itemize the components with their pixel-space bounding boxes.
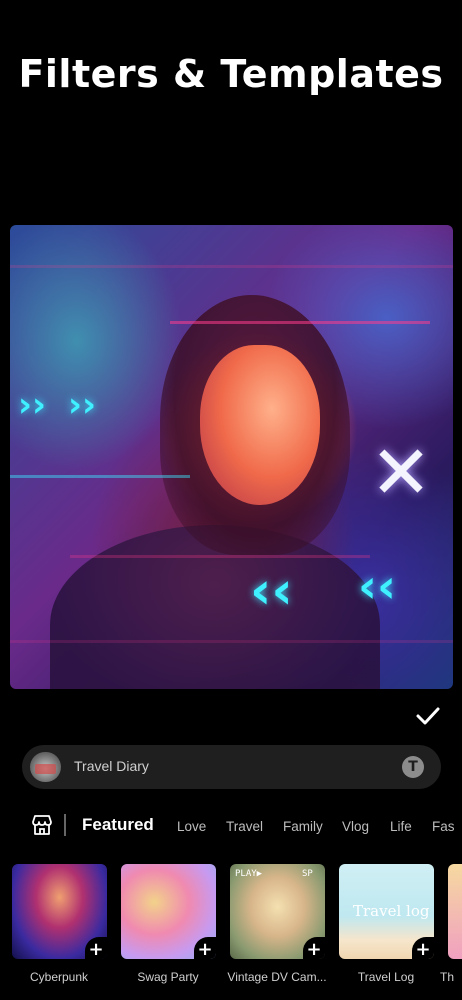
template-card-vintage-dv[interactable]: PLAY▶ SP + bbox=[230, 864, 325, 959]
add-icon[interactable]: + bbox=[414, 941, 432, 959]
chevron-left-icon: ‹‹ bbox=[358, 559, 396, 613]
tab-travel[interactable]: Travel bbox=[226, 819, 263, 834]
travel-log-overlay-text: Travel log bbox=[353, 902, 430, 920]
template-thumbnail bbox=[30, 752, 61, 782]
tab-family[interactable]: Family bbox=[283, 819, 323, 834]
glitch-line bbox=[170, 321, 430, 324]
glitch-line bbox=[10, 475, 190, 478]
template-card-partial[interactable] bbox=[448, 864, 462, 959]
template-carousel: + Cyberpunk + Swag Party PLAY▶ SP + Vint… bbox=[0, 864, 462, 1000]
tab-vlog[interactable]: Vlog bbox=[342, 819, 369, 834]
template-card-travel-log[interactable]: Travel log + bbox=[339, 864, 434, 959]
template-label: Th bbox=[440, 970, 455, 984]
tab-love[interactable]: Love bbox=[177, 819, 206, 834]
store-icon[interactable] bbox=[30, 813, 54, 837]
chevron-right-icon: ›› bbox=[68, 385, 97, 425]
template-selector-bar[interactable]: Travel Diary T bbox=[22, 745, 441, 789]
vintage-play-text: PLAY▶ bbox=[235, 869, 263, 879]
glitch-line bbox=[70, 555, 370, 558]
chevron-left-icon: ‹‹ bbox=[250, 561, 293, 621]
template-name: Travel Diary bbox=[74, 758, 149, 774]
template-card-swag-party[interactable]: + bbox=[121, 864, 216, 959]
tab-fashion[interactable]: Fas bbox=[432, 819, 455, 834]
template-card-cyberpunk[interactable]: + bbox=[12, 864, 107, 959]
add-icon[interactable]: + bbox=[196, 941, 214, 959]
template-label: Swag Party bbox=[137, 970, 199, 984]
close-x-graphic-icon: ✕ bbox=[370, 430, 433, 516]
filter-preview-image[interactable]: ›› ›› ‹‹ ‹‹ ✕ bbox=[10, 225, 453, 689]
template-label: Cyberpunk bbox=[29, 970, 89, 984]
tab-featured[interactable]: Featured bbox=[82, 815, 154, 835]
glitch-line bbox=[10, 265, 453, 268]
add-icon[interactable]: + bbox=[87, 941, 105, 959]
glitch-line bbox=[10, 640, 453, 643]
text-icon[interactable]: T bbox=[402, 756, 424, 778]
checkmark-icon[interactable] bbox=[414, 702, 442, 730]
tab-divider bbox=[64, 814, 66, 836]
category-tabs: Featured Love Travel Family Vlog Life Fa… bbox=[0, 806, 462, 846]
preview-face-shape bbox=[200, 345, 320, 505]
tab-life[interactable]: Life bbox=[390, 819, 412, 834]
page-title: Filters & Templates bbox=[18, 52, 444, 96]
template-label: Vintage DV Cam... bbox=[227, 970, 327, 984]
template-label: Travel Log bbox=[357, 970, 415, 984]
vintage-sp-text: SP bbox=[302, 869, 313, 879]
add-icon[interactable]: + bbox=[305, 941, 323, 959]
chevron-right-icon: ›› bbox=[18, 385, 47, 425]
